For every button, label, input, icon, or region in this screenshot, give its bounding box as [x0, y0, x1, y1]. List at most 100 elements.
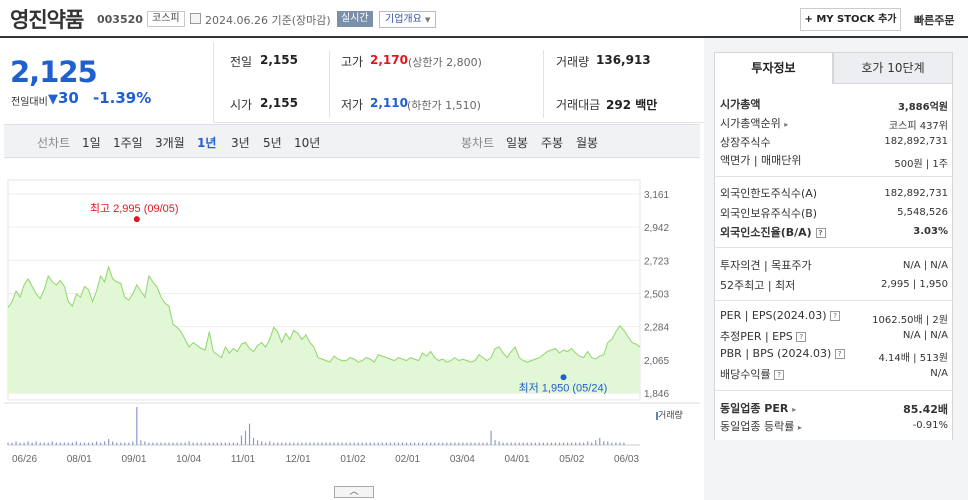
volume-bar	[579, 442, 581, 445]
arrow-right-icon: ▸	[797, 423, 802, 432]
volume-bar	[510, 442, 512, 445]
help-icon[interactable]: ?	[834, 349, 845, 359]
divider	[213, 122, 704, 123]
change-amount: 30	[58, 89, 79, 107]
volume-bar	[583, 442, 585, 445]
volume-bar	[353, 442, 355, 445]
low-value: 2,110	[370, 96, 408, 110]
industry-rate-label[interactable]: 동일업종 등락률 ▸	[720, 418, 802, 434]
cap-rank-value: 코스피 437위	[888, 121, 948, 132]
period-10y[interactable]: 10년	[294, 134, 320, 151]
period-3y[interactable]: 3년	[231, 134, 250, 151]
help-icon[interactable]: ?	[774, 370, 785, 380]
volume-bar	[345, 442, 347, 445]
volume-bar	[313, 442, 315, 445]
change-label: 전일대비	[11, 97, 48, 108]
amount-unit: 백만	[635, 98, 658, 112]
help-icon[interactable]: ?	[815, 228, 826, 238]
period-3m[interactable]: 3개월	[155, 134, 185, 151]
x-tick-label: 01/02	[340, 454, 365, 465]
volume-bar	[140, 440, 142, 445]
volume-bar	[405, 442, 408, 445]
volume-bar	[120, 442, 122, 445]
period-1w[interactable]: 1주일	[113, 134, 143, 151]
x-tick-label: 09/01	[121, 454, 146, 465]
volume-bar	[446, 442, 448, 445]
quick-order-link[interactable]: 빠른주문	[914, 12, 954, 28]
cap-rank-label[interactable]: 시가총액순위 ▸	[720, 115, 788, 131]
help-icon[interactable]: ?	[830, 311, 841, 321]
x-tick-label: 05/02	[559, 454, 584, 465]
lower-limit: (하한가 1,510)	[407, 99, 481, 112]
add-my-stock-button[interactable]: + MY STOCK 추가	[800, 8, 901, 31]
candle-monthly[interactable]: 월봉	[576, 134, 598, 151]
tab-invest-info[interactable]: 투자정보	[714, 52, 833, 84]
divider	[714, 390, 953, 391]
volume-bar	[462, 442, 464, 445]
volume-bar	[240, 435, 243, 445]
period-5y[interactable]: 5년	[263, 134, 282, 151]
volume-bar	[11, 442, 13, 445]
volume-bar	[458, 442, 460, 445]
change-percent: -1.39%	[93, 89, 152, 107]
prev-close-value: 2,155	[260, 53, 298, 67]
line-chart-label: 선차트	[37, 136, 71, 150]
volume-bar	[401, 442, 404, 445]
volume-bar	[486, 442, 488, 445]
industry-per-label[interactable]: 동일업종 PER ▸	[720, 400, 796, 416]
company-name: 영진약품	[10, 8, 84, 32]
collapse-chart-button[interactable]: ︿	[334, 486, 374, 498]
volume-bar	[442, 442, 444, 445]
volume-bar	[337, 442, 339, 445]
volume-bar	[95, 441, 98, 445]
y-tick-label: 2,065	[644, 356, 669, 367]
volume-bar	[172, 442, 174, 445]
period-1d[interactable]: 1일	[82, 134, 101, 151]
volume-bar	[200, 442, 202, 445]
volume-bar	[156, 442, 158, 445]
x-axis-ticks: 06/26 08/01 09/01 10/04 11/01 12/01 01/02 02/01…	[12, 454, 639, 465]
volume-bar	[349, 442, 351, 445]
y-tick-label: 2,723	[644, 256, 669, 267]
volume-bar	[293, 442, 295, 445]
volume-bar	[160, 442, 162, 445]
volume-bar	[466, 442, 468, 445]
volume-legend-label: 거래량	[658, 411, 683, 421]
corp-overview-dropdown[interactable]: 기업개요 ▼	[379, 11, 437, 28]
volume-bar	[236, 442, 239, 445]
candle-weekly[interactable]: 주봉	[541, 134, 563, 151]
volume-bar	[216, 442, 218, 445]
volume-bar	[309, 442, 311, 445]
cap-rank-text: 시가총액순위	[720, 117, 781, 130]
week52-value: 2,995 | 1,950	[881, 279, 948, 290]
volume-bar	[244, 430, 247, 445]
volume-bar	[566, 442, 569, 445]
volume-bar	[297, 442, 299, 445]
volume-bar	[144, 441, 146, 445]
open-value: 2,155	[260, 96, 298, 110]
realtime-badge[interactable]: 실시간	[337, 11, 373, 27]
volume-bar	[269, 441, 271, 445]
volume-bar	[546, 442, 549, 445]
pbr-text: PBR | BPS (2024.03)	[720, 347, 832, 360]
volume-bar	[434, 442, 436, 445]
candle-daily[interactable]: 일봉	[506, 134, 528, 151]
volume-bar	[369, 442, 371, 445]
market-cap-value: 3,886억원	[897, 102, 948, 113]
volume-bar	[530, 442, 532, 445]
volume-bar	[208, 442, 210, 445]
dividend-label: 배당수익률 ?	[720, 366, 785, 382]
tab-hoga-10[interactable]: 호가 10단계	[833, 52, 953, 84]
volume-bar	[615, 442, 617, 445]
volume-bar	[558, 442, 561, 445]
market-cap-label: 시가총액	[720, 98, 761, 111]
period-1y[interactable]: 1년	[197, 134, 216, 151]
volume-legend: 거래량	[656, 408, 683, 421]
volume-bar	[23, 442, 25, 445]
volume-bar	[7, 442, 9, 445]
volume-bar	[104, 441, 106, 445]
help-icon[interactable]: ?	[796, 332, 807, 342]
volume-bar	[136, 407, 138, 445]
volume-bar	[79, 442, 82, 445]
y-axis-ticks: 3,161 2,942 2,723 2,503 2,284 2,065 1,846	[644, 190, 669, 400]
